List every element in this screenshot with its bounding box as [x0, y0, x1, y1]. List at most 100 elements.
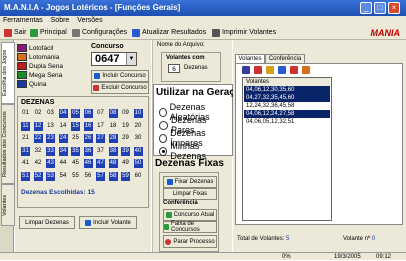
dezena-cell[interactable]: 48	[108, 159, 118, 168]
list-item[interactable]: 12,24,32,36,45,58	[244, 102, 330, 110]
dezena-cell[interactable]: 60	[134, 172, 143, 181]
dezena-cell[interactable]: 52	[33, 171, 43, 181]
dezena-cell[interactable]: 46	[83, 159, 93, 168]
tab-volantes-list[interactable]: Volantes	[235, 54, 265, 63]
dezena-cell[interactable]: 57	[96, 171, 105, 181]
dezena-cell[interactable]: 31	[21, 146, 30, 156]
menu-sobre[interactable]: Sobre	[48, 17, 73, 24]
dezena-cell[interactable]: 12	[33, 121, 43, 131]
dezena-cell[interactable]: 01	[21, 109, 30, 118]
dezena-cell[interactable]: 34	[58, 146, 68, 156]
dezena-cell[interactable]: 33	[46, 146, 55, 156]
dezena-cell[interactable]: 17	[96, 122, 105, 131]
dezena-cell[interactable]: 51	[21, 171, 30, 181]
include-concurso-button[interactable]: Incluir Concurso	[91, 70, 149, 82]
export-icon[interactable]	[302, 66, 310, 74]
dezena-cell[interactable]: 16	[83, 121, 93, 131]
exit-button[interactable]: Sair	[4, 28, 26, 38]
concurso-atual-button[interactable]: Concurso Atual	[163, 209, 217, 221]
menu-ferramentas[interactable]: Ferramentas	[0, 17, 46, 24]
dezena-cell[interactable]: 21	[21, 134, 30, 143]
list-item[interactable]: 04,06,12,24,27,58	[244, 110, 330, 118]
dezena-cell[interactable]: 26	[83, 134, 93, 143]
dezena-cell[interactable]: 59	[121, 171, 130, 181]
close-icon[interactable]	[290, 66, 298, 74]
dezena-cell[interactable]: 09	[121, 109, 130, 118]
lottery-quina[interactable]: Quina	[17, 80, 46, 88]
include-volante-button[interactable]: Incluir Volante	[79, 216, 137, 229]
lottery-lotofacil[interactable]: Lotofácil	[17, 44, 53, 52]
limpar-fixas-button[interactable]: Limpar Fixas	[163, 188, 217, 200]
list-item[interactable]: 04,06,12,30,35,60	[244, 86, 330, 94]
dezena-cell[interactable]: 49	[121, 159, 130, 168]
dezena-cell[interactable]: 47	[96, 159, 105, 168]
dezena-cell[interactable]: 07	[96, 109, 105, 118]
principal-button[interactable]: Principal	[30, 28, 67, 38]
dezena-cell[interactable]: 38	[108, 146, 118, 156]
concurso-select[interactable]: 0647 ▼	[91, 52, 137, 66]
dezena-cell[interactable]: 58	[108, 171, 118, 181]
delete-icon[interactable]	[254, 66, 262, 74]
exclude-concurso-button[interactable]: Excluir Concurso	[91, 82, 149, 94]
dezena-cell[interactable]: 54	[59, 172, 68, 181]
dezena-cell[interactable]: 15	[71, 121, 80, 131]
dezena-cell[interactable]: 14	[59, 122, 68, 131]
dezena-cell[interactable]: 55	[71, 172, 80, 181]
dezena-cell[interactable]: 29	[121, 134, 130, 143]
dezena-cell[interactable]: 44	[59, 159, 68, 168]
fixar-dezenas-button[interactable]: Fixar Dezenas	[163, 176, 217, 188]
tab-escolha-jogos[interactable]: Escolha dos Jogos	[1, 42, 15, 104]
dezena-cell[interactable]: 03	[46, 109, 55, 118]
lottery-mega-sena[interactable]: Mega Sena	[17, 71, 62, 79]
save-icon[interactable]	[278, 66, 286, 74]
list-item[interactable]: 04,27,32,35,45,60	[244, 94, 330, 102]
dezena-cell[interactable]: 28	[108, 134, 118, 143]
update-results-button[interactable]: Atualizar Resultados	[132, 28, 206, 38]
dezena-cell[interactable]: 32	[34, 147, 43, 156]
dezena-cell[interactable]: 19	[121, 122, 130, 131]
lottery-lotomania[interactable]: Lotomania	[17, 53, 59, 61]
dezena-cell[interactable]: 23	[46, 134, 55, 143]
dezena-cell[interactable]: 42	[34, 159, 43, 168]
dezena-cell[interactable]: 05	[71, 109, 80, 118]
config-button[interactable]: Configurações	[72, 28, 127, 38]
dezena-cell[interactable]: 04	[58, 109, 68, 118]
minimize-button[interactable]: _	[360, 2, 372, 14]
dezena-cell[interactable]: 20	[134, 122, 143, 131]
dezena-cell[interactable]: 13	[46, 122, 55, 131]
faixa-concursos-button[interactable]: Faixa de Concursos	[163, 221, 217, 233]
parar-processo-button[interactable]: Parar Processo	[163, 235, 217, 248]
dezena-cell[interactable]: 25	[71, 134, 80, 143]
dezena-cell[interactable]: 08	[108, 109, 118, 118]
close-button[interactable]: ×	[388, 2, 400, 14]
volantes-list[interactable]: Volantes 04,06,12,30,35,60 04,27,32,35,4…	[242, 77, 332, 221]
dezena-cell[interactable]: 30	[134, 134, 143, 143]
folder-icon[interactable]	[266, 66, 274, 74]
tab-resultados[interactable]: Resultados dos Concursos	[1, 104, 15, 184]
dezena-cell[interactable]: 11	[21, 121, 30, 131]
dezena-cell[interactable]: 56	[84, 172, 93, 181]
wand-icon[interactable]	[242, 66, 250, 74]
dezena-cell[interactable]: 10	[133, 109, 143, 118]
dezena-cell[interactable]: 40	[133, 146, 143, 156]
dezena-cell[interactable]: 24	[58, 134, 68, 143]
volantes-count-input[interactable]: 6	[168, 64, 180, 73]
tab-conferencia[interactable]: Conferência	[265, 54, 305, 63]
lottery-dupla-sena[interactable]: Dupla Sena	[17, 62, 63, 70]
dezena-cell[interactable]: 27	[96, 134, 105, 143]
list-item[interactable]: 04,06,05,12,32,51	[244, 118, 330, 126]
dezena-cell[interactable]: 35	[71, 146, 80, 156]
dezena-cell[interactable]: 53	[46, 171, 55, 181]
print-button[interactable]: Imprimir Volantes	[212, 28, 276, 38]
tab-volantes[interactable]: Volantes	[1, 184, 15, 226]
dezena-cell[interactable]: 41	[21, 159, 30, 168]
dezena-cell[interactable]: 06	[83, 109, 93, 118]
dezena-cell[interactable]: 18	[109, 122, 118, 131]
dezena-cell[interactable]: 43	[46, 159, 55, 168]
dezena-cell[interactable]: 37	[96, 147, 105, 156]
dezena-cell[interactable]: 36	[83, 146, 93, 156]
clear-dezenas-button[interactable]: Limpar Dezenas	[19, 216, 75, 229]
dezena-cell[interactable]: 39	[121, 146, 130, 156]
dezena-cell[interactable]: 22	[33, 134, 43, 143]
dezena-cell[interactable]: 45	[71, 159, 80, 168]
